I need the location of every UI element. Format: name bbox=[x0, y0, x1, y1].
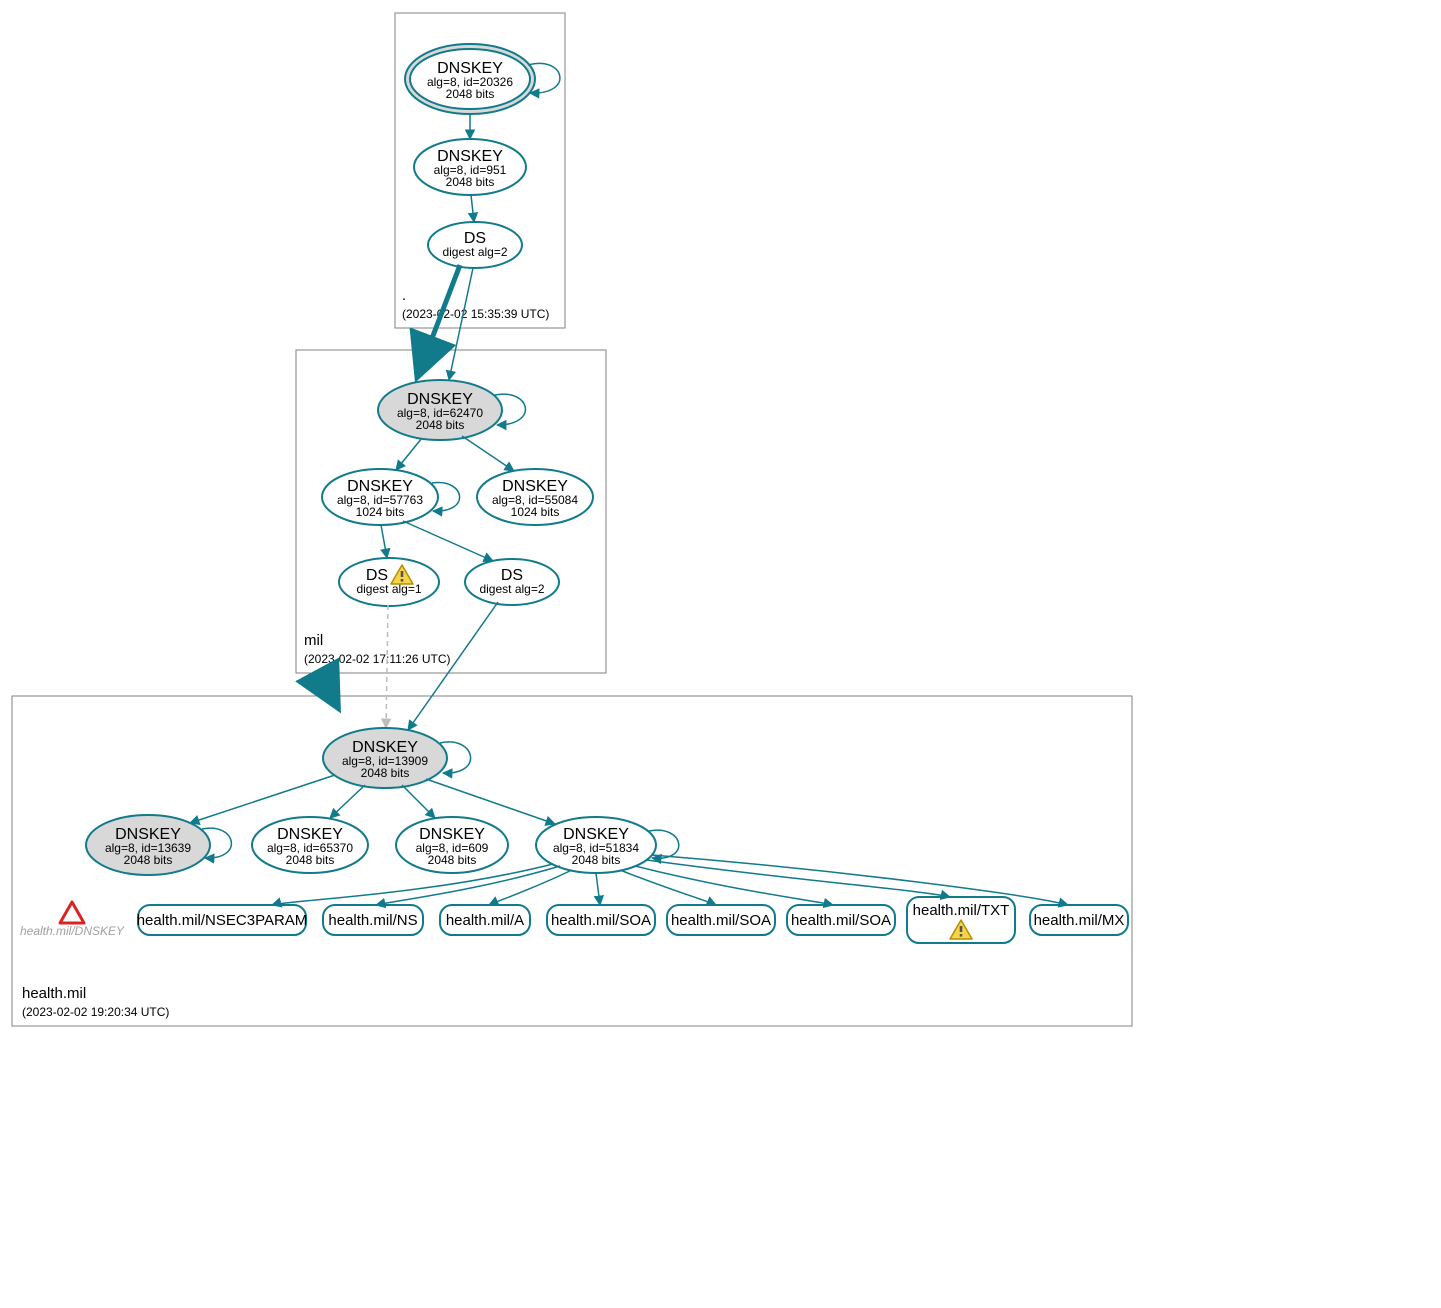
node-health-ksk[interactable]: DNSKEY alg=8, id=13909 2048 bits bbox=[323, 728, 447, 788]
svg-text:health.mil/SOA: health.mil/SOA bbox=[671, 912, 771, 929]
edge-delegation bbox=[318, 671, 337, 706]
svg-text:2048 bits: 2048 bits bbox=[286, 853, 335, 867]
svg-text:2048 bits: 2048 bits bbox=[446, 175, 495, 189]
edge bbox=[596, 873, 600, 905]
node-mil-ds2[interactable]: DS digest alg=2 bbox=[465, 559, 559, 605]
node-health-k1[interactable]: DNSKEY alg=8, id=13639 2048 bits bbox=[86, 815, 210, 875]
svg-text:health.mil/DNSKEY: health.mil/DNSKEY bbox=[20, 924, 125, 938]
node-mil-zsk2[interactable]: DNSKEY alg=8, id=55084 1024 bits bbox=[477, 469, 593, 525]
edge-dashed bbox=[386, 605, 388, 728]
svg-text:health.mil/A: health.mil/A bbox=[446, 912, 524, 929]
zone-name-health: health.mil bbox=[22, 985, 86, 1002]
node-root-ksk[interactable]: DNSKEY alg=8, id=20326 2048 bits bbox=[405, 44, 535, 114]
svg-text:health.mil/SOA: health.mil/SOA bbox=[551, 912, 651, 929]
edge bbox=[403, 521, 493, 561]
svg-text:2048 bits: 2048 bits bbox=[361, 766, 410, 780]
svg-text:2048 bits: 2048 bits bbox=[124, 853, 173, 867]
record-mx[interactable]: health.mil/MX bbox=[1030, 905, 1128, 935]
node-health-k4[interactable]: DNSKEY alg=8, id=51834 2048 bits bbox=[536, 817, 656, 873]
edge bbox=[330, 785, 365, 818]
edge bbox=[462, 436, 514, 471]
svg-text:2048 bits: 2048 bits bbox=[572, 853, 621, 867]
node-health-k3[interactable]: DNSKEY alg=8, id=609 2048 bits bbox=[396, 817, 508, 873]
zone-time-root: (2023-02-02 15:35:39 UTC) bbox=[402, 307, 549, 321]
zone-name-mil: mil bbox=[304, 632, 323, 649]
error-dnskey[interactable]: health.mil/DNSKEY bbox=[20, 902, 125, 938]
edge bbox=[190, 775, 335, 823]
svg-text:health.mil/NSEC3PARAM: health.mil/NSEC3PARAM bbox=[137, 912, 308, 929]
record-nsec3param[interactable]: health.mil/NSEC3PARAM bbox=[137, 905, 308, 935]
record-a[interactable]: health.mil/A bbox=[440, 905, 530, 935]
node-mil-ds1[interactable]: DS digest alg=1 bbox=[339, 558, 439, 606]
node-mil-zsk1[interactable]: DNSKEY alg=8, id=57763 1024 bits bbox=[322, 469, 438, 525]
svg-text:health.mil/MX: health.mil/MX bbox=[1034, 912, 1125, 929]
node-health-k2[interactable]: DNSKEY alg=8, id=65370 2048 bits bbox=[252, 817, 368, 873]
zone-time-health: (2023-02-02 19:20:34 UTC) bbox=[22, 1005, 169, 1019]
record-soa2[interactable]: health.mil/SOA bbox=[667, 905, 775, 935]
node-root-ds[interactable]: DS digest alg=2 bbox=[428, 222, 522, 268]
record-soa1[interactable]: health.mil/SOA bbox=[547, 905, 655, 935]
svg-text:health.mil/SOA: health.mil/SOA bbox=[791, 912, 891, 929]
edge bbox=[396, 438, 422, 470]
svg-text:1024 bits: 1024 bits bbox=[356, 505, 405, 519]
edge bbox=[402, 785, 435, 818]
svg-text:digest alg=2: digest alg=2 bbox=[442, 245, 507, 259]
record-ns[interactable]: health.mil/NS bbox=[323, 905, 423, 935]
svg-text:health.mil/NS: health.mil/NS bbox=[328, 912, 417, 929]
svg-text:2048 bits: 2048 bits bbox=[416, 418, 465, 432]
record-soa3[interactable]: health.mil/SOA bbox=[787, 905, 895, 935]
svg-text:2048 bits: 2048 bits bbox=[446, 87, 495, 101]
edge bbox=[471, 195, 474, 222]
node-mil-ksk[interactable]: DNSKEY alg=8, id=62470 2048 bits bbox=[378, 380, 502, 440]
svg-text:health.mil/TXT: health.mil/TXT bbox=[913, 902, 1010, 919]
edge bbox=[620, 870, 716, 905]
svg-text:1024 bits: 1024 bits bbox=[511, 505, 560, 519]
edge bbox=[408, 602, 498, 730]
node-root-zsk[interactable]: DNSKEY alg=8, id=951 2048 bits bbox=[414, 139, 526, 195]
zone-time-mil: (2023-02-02 17:11:26 UTC) bbox=[304, 652, 451, 666]
svg-text:digest alg=2: digest alg=2 bbox=[479, 582, 544, 596]
edge bbox=[381, 525, 387, 558]
zone-name-root: . bbox=[402, 287, 406, 304]
record-txt[interactable]: health.mil/TXT bbox=[907, 897, 1015, 943]
svg-text:2048 bits: 2048 bits bbox=[428, 853, 477, 867]
